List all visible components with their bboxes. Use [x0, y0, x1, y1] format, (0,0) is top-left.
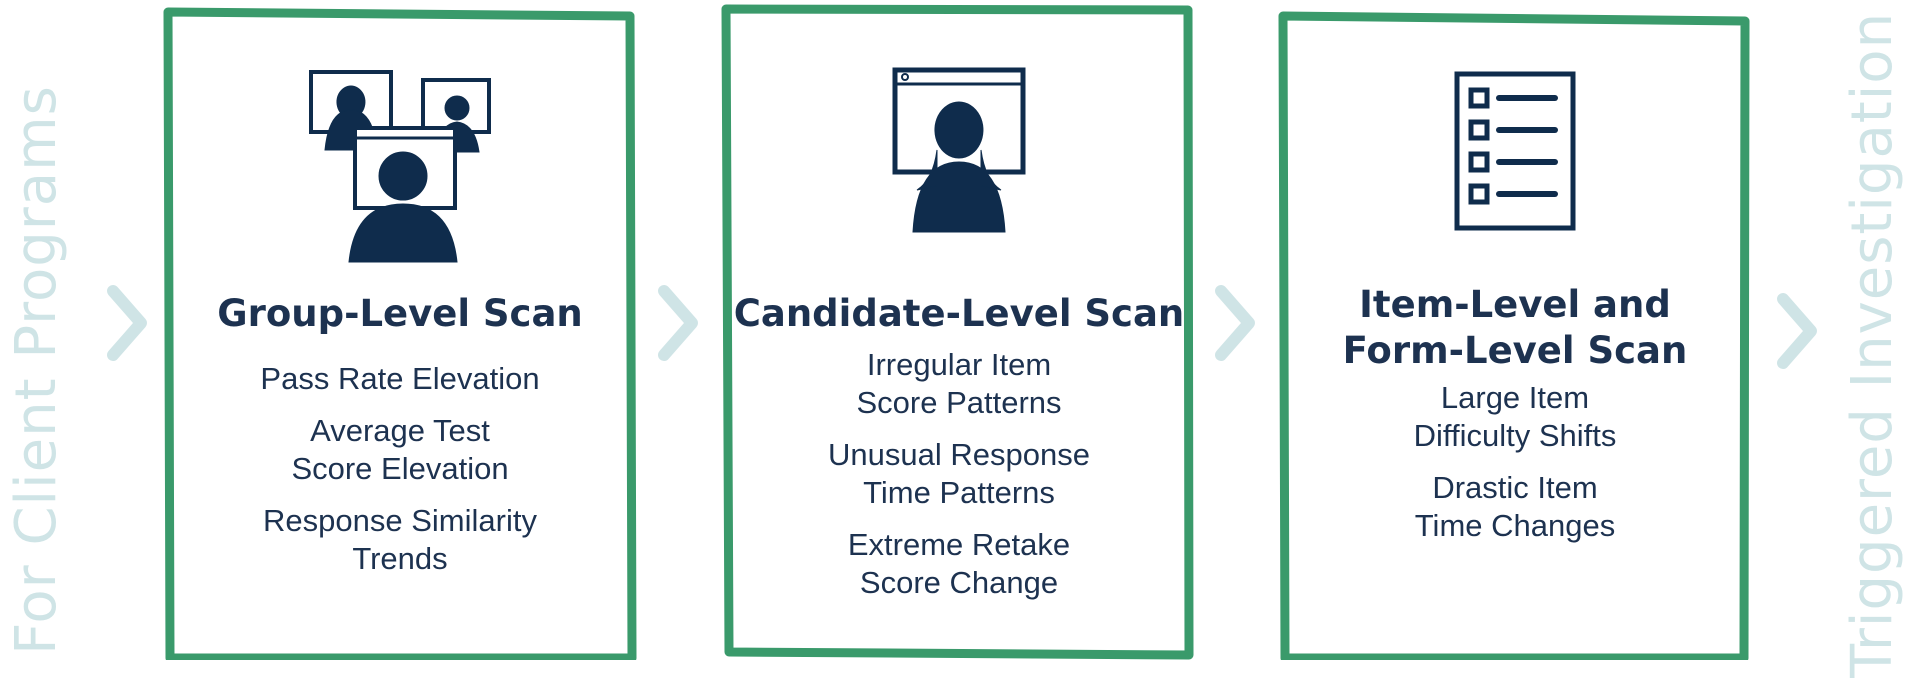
stage-items: Large Item Difficulty Shifts Drastic Ite…: [1285, 379, 1745, 559]
stage-title: Group-Level Scan: [217, 292, 583, 335]
chevron-right-icon: [103, 283, 153, 363]
list-item: Pass Rate Elevation: [260, 361, 540, 396]
chevron-right-icon: [1773, 291, 1823, 371]
list-item: Extreme Retake Score Change: [847, 527, 1071, 600]
list-item: Average Test Score Elevation: [291, 413, 509, 486]
list-item: Response Similarity Trends: [263, 503, 537, 576]
chevron-right-icon: [654, 283, 704, 363]
stage-items: Pass Rate Elevation Average Test Score E…: [170, 360, 630, 592]
list-item: Unusual Response Time Patterns: [828, 437, 1090, 510]
stage-title: Candidate-Level Scan: [733, 292, 1185, 335]
stage-items: Irregular Item Score Patterns Unusual Re…: [729, 346, 1189, 616]
checklist-icon: [1453, 70, 1577, 232]
stage-title: Item-Level and Form-Level Scan: [1342, 283, 1688, 372]
stage-card-candidate: Candidate-Level Scan Irregular Item Scor…: [729, 10, 1189, 654]
list-item: Irregular Item Score Patterns: [856, 347, 1062, 420]
chevron-right-icon: [1211, 283, 1261, 363]
candidate-video-icon: [889, 66, 1029, 236]
list-item: Drastic Item Time Changes: [1414, 470, 1616, 543]
group-video-icon: [305, 66, 495, 266]
end-label: Triggered Investigation: [1840, 11, 1905, 678]
stage-card-group: Group-Level Scan Pass Rate Elevation Ave…: [170, 16, 630, 656]
stage-card-item-form: Item-Level and Form-Level Scan Large Ite…: [1285, 20, 1745, 658]
list-item: Large Item Difficulty Shifts: [1413, 380, 1617, 453]
start-label: For Client Programs: [4, 85, 69, 655]
